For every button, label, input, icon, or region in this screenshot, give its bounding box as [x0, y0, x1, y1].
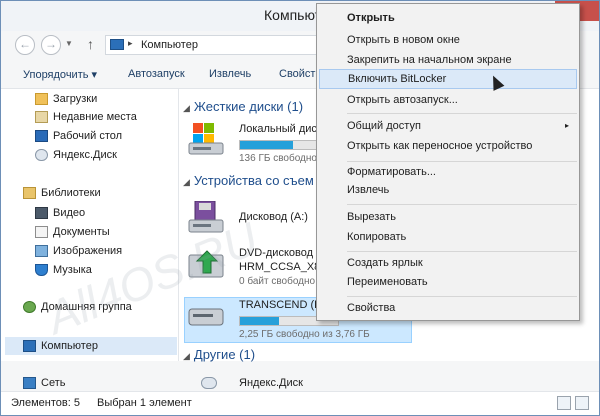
sidebar-group-label: Сеть: [41, 377, 66, 389]
menu-item-pin-to-start[interactable]: Закрепить на начальном экране: [319, 50, 577, 70]
section-title: Другие (1): [193, 347, 256, 362]
drive-usage-fill: [240, 141, 294, 149]
sidebar-item-label: Яндекс.Диск: [53, 149, 117, 161]
menu-separator: [347, 204, 577, 205]
menu-item-rename[interactable]: Переименовать: [319, 272, 577, 292]
properties-button[interactable]: Свойств: [279, 68, 321, 80]
drive-usage-bar: [239, 140, 319, 150]
homegroup-icon: [23, 301, 36, 313]
sidebar-item-label: Документы: [53, 226, 110, 238]
autoplay-button[interactable]: Автозапуск: [128, 68, 185, 80]
menu-item-copy[interactable]: Копировать: [319, 227, 577, 247]
sidebar-item-label: Недавние места: [53, 111, 137, 123]
sidebar-item-label: Изображения: [53, 245, 123, 257]
organize-button[interactable]: Упорядочить ▾: [23, 68, 97, 81]
status-items-count: Элементов: 5: [11, 397, 80, 409]
section-header-other[interactable]: ◢ Другие (1): [183, 347, 255, 362]
address-bar[interactable]: ▸ Компьютер: [105, 35, 335, 55]
details-view-icon[interactable]: [557, 396, 571, 410]
menu-separator: [347, 296, 577, 297]
submenu-arrow-icon: ▸: [564, 121, 569, 130]
folder-name: Яндекс.Диск: [239, 377, 303, 389]
drive-name: TRANSCEND (E:): [239, 299, 329, 311]
eject-button[interactable]: Извлечь: [209, 68, 251, 80]
section-header-removable[interactable]: ◢ Устройства со съем: [183, 173, 314, 188]
yandex-disk-icon: [201, 377, 217, 389]
status-bar: Элементов: 5 Выбран 1 элемент: [1, 391, 599, 415]
yandex-disk-icon: [35, 149, 48, 161]
section-title: Устройства со съем: [193, 173, 314, 188]
menu-item-open-new-window[interactable]: Открыть в новом окне: [319, 30, 577, 50]
computer-icon: [23, 340, 36, 352]
drive-free-space: 2,25 ГБ свободно из 3,76 ГБ: [239, 329, 370, 340]
collapse-chevron-icon: ◢: [183, 103, 190, 113]
music-library-icon: [35, 264, 48, 276]
menu-separator: [347, 113, 577, 114]
drive-free-space: 136 ГБ свободно: [239, 153, 317, 164]
menu-item-label: Общий доступ: [347, 120, 421, 132]
status-selected: Выбран 1 элемент: [97, 397, 192, 409]
menu-item-share-with[interactable]: Общий доступ ▸: [319, 116, 577, 136]
images-library-icon: [35, 245, 48, 257]
menu-item-properties[interactable]: Свойства: [319, 298, 577, 318]
menu-item-open-as-portable[interactable]: Открыть как переносное устройство: [319, 136, 577, 156]
context-menu: Открыть Открыть в новом окне Закрепить н…: [316, 3, 580, 321]
menu-separator: [347, 251, 577, 252]
collapse-chevron-icon: ◢: [183, 177, 190, 187]
sidebar-item-label: Видео: [53, 207, 86, 219]
breadcrumb-computer[interactable]: Компьютер: [141, 39, 198, 51]
back-button[interactable]: ←: [15, 35, 35, 55]
large-icons-view-icon[interactable]: [575, 396, 589, 410]
forward-button[interactable]: →: [41, 35, 61, 55]
desktop-icon: [35, 130, 48, 142]
recent-places-icon: [35, 111, 48, 123]
usb-drive-icon: [188, 308, 224, 326]
menu-item-cut[interactable]: Вырезать: [319, 207, 577, 227]
libraries-icon: [23, 187, 36, 199]
section-title: Жесткие диски (1): [193, 99, 304, 114]
collapse-chevron-icon: ◢: [183, 351, 190, 361]
sidebar-item-label: Загрузки: [53, 93, 98, 105]
menu-item-create-shortcut[interactable]: Создать ярлык: [319, 253, 577, 273]
menu-item-open-autoplay[interactable]: Открыть автозапуск...: [319, 90, 577, 110]
drive-name: Локальный дис: [239, 123, 317, 135]
menu-item-eject[interactable]: Извлечь: [319, 180, 577, 200]
sidebar-item-label: Рабочий стол: [53, 130, 123, 142]
documents-library-icon: [35, 226, 48, 238]
drive-usage-fill: [240, 317, 280, 325]
up-button[interactable]: ↑: [87, 36, 94, 52]
menu-item-open[interactable]: Открыть: [319, 8, 577, 28]
hard-drive-icon: [188, 123, 224, 155]
computer-icon: [110, 39, 124, 50]
recent-locations-chevron-icon[interactable]: ▼: [65, 39, 73, 48]
folder-yandex-disk[interactable]: Яндекс.Диск: [187, 375, 417, 391]
breadcrumb-chevron-icon[interactable]: ▸: [128, 38, 133, 49]
network-icon: [23, 377, 36, 389]
sidebar-group-label: Библиотеки: [41, 187, 101, 199]
video-library-icon: [35, 207, 48, 219]
menu-item-format[interactable]: Форматировать...: [319, 162, 577, 182]
section-header-hard-disks[interactable]: ◢ Жесткие диски (1): [183, 99, 303, 114]
downloads-icon: [35, 93, 48, 105]
menu-item-enable-bitlocker[interactable]: Включить BitLocker: [319, 69, 577, 89]
drive-free-space: 0 байт свободно: [239, 276, 316, 287]
